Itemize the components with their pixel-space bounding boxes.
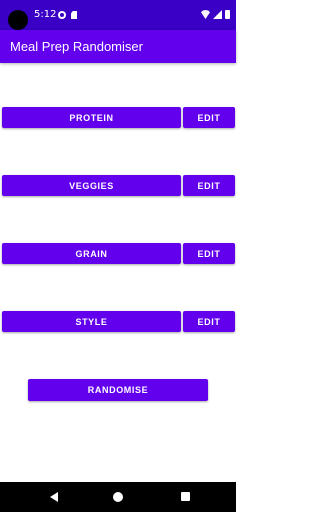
status-right-icons bbox=[201, 10, 230, 19]
veggies-button[interactable]: VEGGIES bbox=[2, 175, 181, 196]
app-bar: Meal Prep Randomiser bbox=[0, 30, 236, 63]
battery-icon bbox=[225, 10, 230, 19]
randomise-button[interactable]: RANDOMISE bbox=[28, 379, 208, 401]
app-title: Meal Prep Randomiser bbox=[10, 39, 143, 54]
protein-button[interactable]: PROTEIN bbox=[2, 107, 181, 128]
edit-protein-button[interactable]: EDIT bbox=[183, 107, 235, 128]
style-button[interactable]: STYLE bbox=[2, 311, 181, 332]
edit-grain-button[interactable]: EDIT bbox=[183, 243, 235, 264]
status-bar: 5:12 bbox=[0, 0, 236, 30]
wifi-icon bbox=[201, 10, 210, 19]
navigation-bar bbox=[0, 482, 236, 512]
recents-icon[interactable] bbox=[181, 492, 190, 501]
edit-style-button[interactable]: EDIT bbox=[183, 311, 235, 332]
sd-card-icon bbox=[71, 11, 77, 19]
grain-button[interactable]: GRAIN bbox=[2, 243, 181, 264]
edit-veggies-button[interactable]: EDIT bbox=[183, 175, 235, 196]
app-screen: 5:12 Meal Prep Randomiser PROTEIN EDIT V… bbox=[0, 0, 236, 512]
signal-icon bbox=[213, 10, 222, 19]
back-icon[interactable] bbox=[50, 492, 58, 502]
status-time: 5:12 bbox=[34, 9, 57, 20]
notification-icon bbox=[58, 11, 66, 19]
camera-cutout bbox=[8, 10, 28, 30]
home-icon[interactable] bbox=[113, 492, 123, 502]
